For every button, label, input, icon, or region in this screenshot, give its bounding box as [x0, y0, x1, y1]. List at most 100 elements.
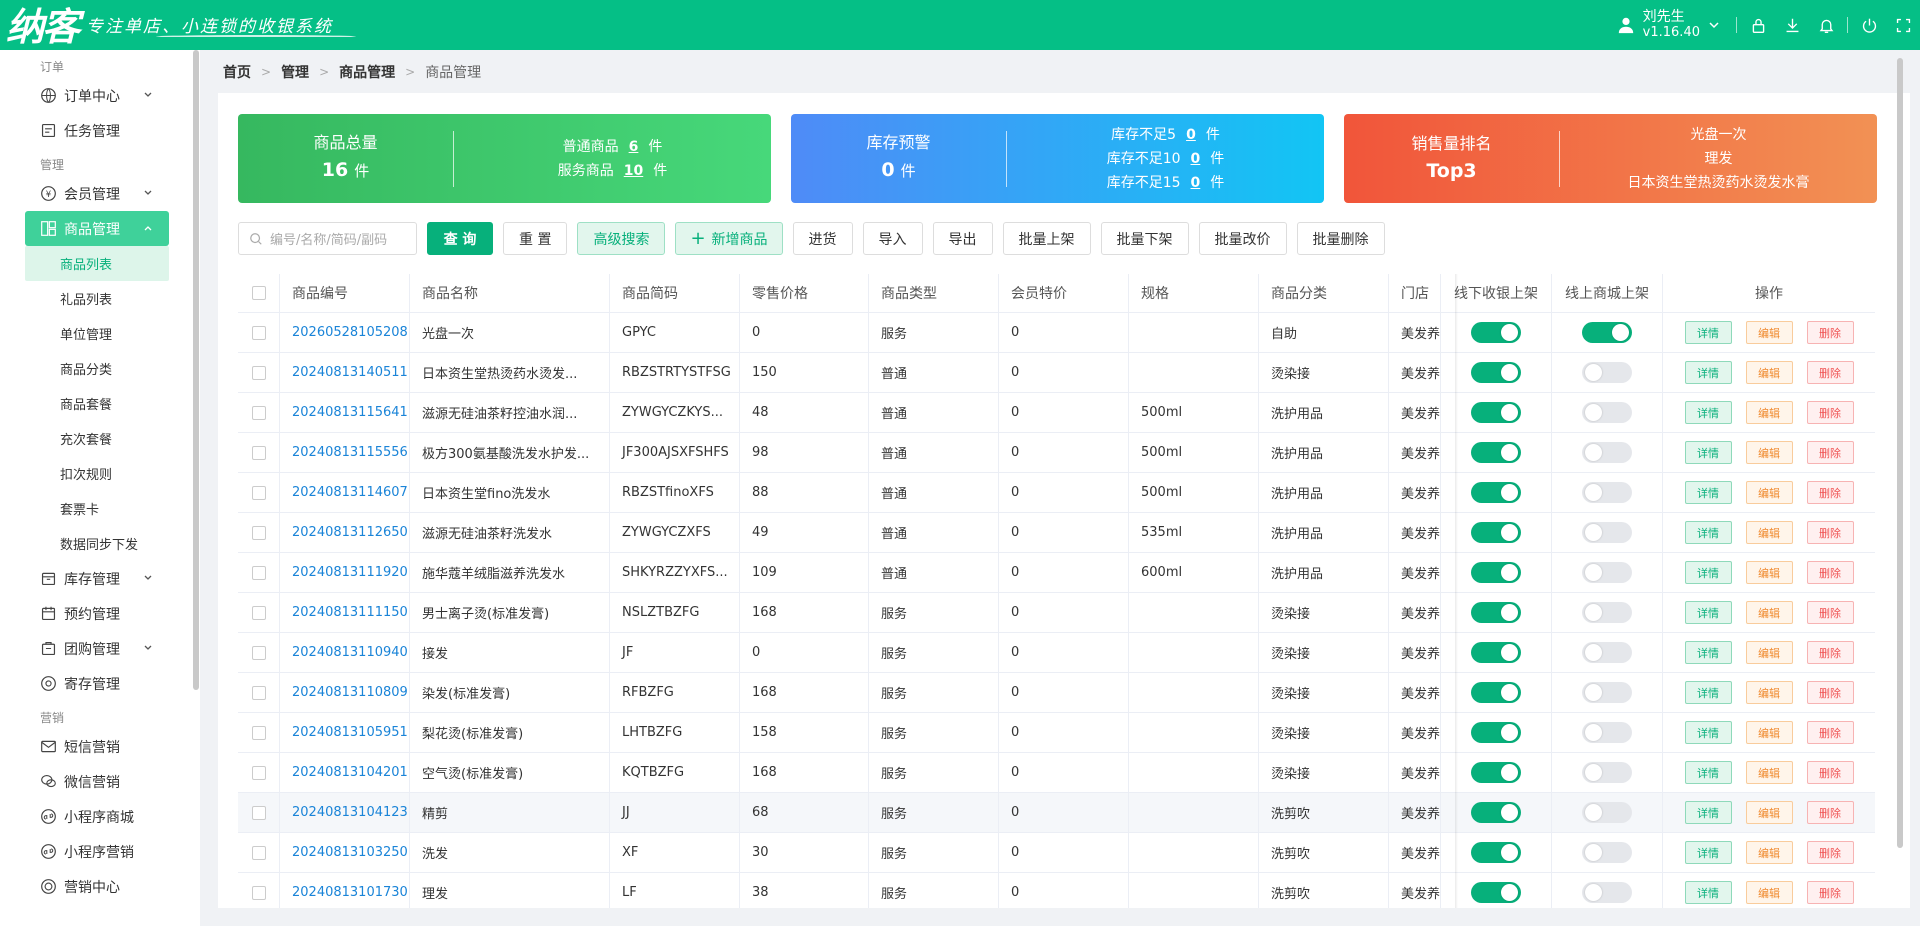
sidebar-item-members[interactable]: ¥ 会员管理 [0, 176, 200, 211]
logo[interactable]: 纳客 专注单店、小连锁的收银系统 [6, 0, 356, 50]
offline-shelf-toggle[interactable] [1471, 722, 1521, 743]
sidebar-item-mini-mall[interactable]: 小程序商城 [0, 799, 200, 834]
table-row[interactable]: 20240813111150 男士离子烫(标准发膏) NSLZTBZFG 168… [238, 593, 1875, 633]
offline-shelf-toggle[interactable] [1471, 362, 1521, 383]
breadcrumb-product-manage[interactable]: 商品管理 [339, 62, 395, 82]
edit-button[interactable]: 编辑 [1745, 601, 1793, 624]
product-code-link[interactable]: 20260528105208 [280, 313, 410, 352]
table-row[interactable]: 20240813111920 施华蔻羊绒脂滋养洗发水 SHKYRZZYXFS..… [238, 553, 1875, 593]
table-row[interactable]: 20240813110809 染发(标准发膏) RFBZFG 168 服务 0 … [238, 673, 1875, 713]
edit-button[interactable]: 编辑 [1745, 521, 1793, 544]
offline-shelf-toggle[interactable] [1471, 322, 1521, 343]
bell-icon[interactable] [1809, 0, 1843, 50]
import-button[interactable]: 导入 [862, 222, 923, 255]
edit-button[interactable]: 编辑 [1745, 801, 1793, 824]
row-checkbox[interactable] [251, 325, 266, 340]
table-row[interactable]: 20240813115641 滋源无硅油茶籽控油水润... ZYWGYCZKYS… [238, 393, 1875, 433]
query-button[interactable]: 查 询 [427, 222, 493, 255]
row-checkbox[interactable] [251, 565, 266, 580]
sidebar-subitem-categories[interactable]: 商品分类 [0, 351, 200, 386]
delete-button[interactable]: 删除 [1806, 801, 1854, 824]
product-code-link[interactable]: 20240813111920 [280, 553, 410, 592]
offline-shelf-toggle[interactable] [1471, 642, 1521, 663]
delete-button[interactable]: 删除 [1806, 441, 1854, 464]
delete-button[interactable]: 删除 [1806, 481, 1854, 504]
lock-icon[interactable] [1741, 0, 1775, 50]
online-shelf-toggle[interactable] [1582, 762, 1632, 783]
batch-on-shelf-button[interactable]: 批量上架 [1002, 222, 1091, 255]
offline-shelf-toggle[interactable] [1471, 562, 1521, 583]
row-checkbox[interactable] [251, 725, 266, 740]
detail-button[interactable]: 详情 [1684, 481, 1732, 504]
row-checkbox[interactable] [251, 365, 266, 380]
batch-delete-button[interactable]: 批量删除 [1296, 222, 1385, 255]
sidebar-subitem-gift-list[interactable]: 礼品列表 [0, 281, 200, 316]
product-code-link[interactable]: 20240813140511 [280, 353, 410, 392]
online-shelf-toggle[interactable] [1582, 402, 1632, 423]
delete-button[interactable]: 删除 [1806, 561, 1854, 584]
online-shelf-toggle[interactable] [1582, 322, 1632, 343]
sidebar-subitem-packages[interactable]: 商品套餐 [0, 386, 200, 421]
delete-button[interactable]: 删除 [1806, 361, 1854, 384]
delete-button[interactable]: 删除 [1806, 841, 1854, 864]
select-all-checkbox[interactable] [251, 286, 266, 300]
offline-shelf-toggle[interactable] [1471, 482, 1521, 503]
fullscreen-icon[interactable] [1886, 0, 1920, 50]
online-shelf-toggle[interactable] [1582, 482, 1632, 503]
product-code-link[interactable]: 20240813111150 [280, 593, 410, 632]
product-code-link[interactable]: 20240813101730 [280, 873, 410, 912]
sidebar-item-sms[interactable]: 短信营销 [0, 729, 200, 764]
detail-button[interactable]: 详情 [1684, 521, 1732, 544]
stock-in-button[interactable]: 进货 [792, 222, 853, 255]
offline-shelf-toggle[interactable] [1471, 442, 1521, 463]
advanced-search-button[interactable]: 高级搜索 [577, 222, 666, 255]
reset-button[interactable]: 重 置 [503, 222, 568, 255]
sidebar-item-marketing-center[interactable]: 营销中心 [0, 869, 200, 904]
detail-button[interactable]: 详情 [1684, 761, 1732, 784]
product-code-link[interactable]: 20240813112650 [280, 513, 410, 552]
table-row[interactable]: 20240813104123 精剪 JJ 68 服务 0 洗剪吹 美发养 详情 … [238, 793, 1875, 833]
detail-button[interactable]: 详情 [1684, 721, 1732, 744]
sidebar-subitem-product-list[interactable]: 商品列表 [25, 246, 169, 281]
detail-button[interactable]: 详情 [1684, 401, 1732, 424]
delete-button[interactable]: 删除 [1806, 641, 1854, 664]
offline-shelf-toggle[interactable] [1471, 882, 1521, 903]
add-product-button[interactable]: + 新增商品 [675, 222, 783, 255]
online-shelf-toggle[interactable] [1582, 722, 1632, 743]
sidebar-subitem-units[interactable]: 单位管理 [0, 316, 200, 351]
table-row[interactable]: 20240813104201 空气烫(标准发膏) KQTBZFG 168 服务 … [238, 753, 1875, 793]
detail-button[interactable]: 详情 [1684, 681, 1732, 704]
breadcrumb-home[interactable]: 首页 [223, 62, 251, 82]
breadcrumb-manage[interactable]: 管理 [281, 62, 309, 82]
row-checkbox[interactable] [251, 885, 266, 900]
page-scrollbar[interactable] [1897, 58, 1903, 848]
stock-5-count[interactable]: 0 [1186, 127, 1196, 143]
sidebar-item-tasks[interactable]: 任务管理 [0, 113, 200, 148]
export-button[interactable]: 导出 [932, 222, 993, 255]
service-count[interactable]: 10 [624, 163, 643, 179]
table-row[interactable]: 20240813140511 日本资生堂热烫药水烫发... RBZSTRTYST… [238, 353, 1875, 393]
online-shelf-toggle[interactable] [1582, 682, 1632, 703]
row-checkbox[interactable] [251, 525, 266, 540]
table-row[interactable]: 20240813112650 滋源无硅油茶籽洗发水 ZYWGYCZXFS 49 … [238, 513, 1875, 553]
row-checkbox[interactable] [251, 645, 266, 660]
edit-button[interactable]: 编辑 [1745, 321, 1793, 344]
normal-count[interactable]: 6 [629, 139, 639, 155]
offline-shelf-toggle[interactable] [1471, 842, 1521, 863]
online-shelf-toggle[interactable] [1582, 842, 1632, 863]
detail-button[interactable]: 详情 [1684, 881, 1732, 904]
edit-button[interactable]: 编辑 [1745, 841, 1793, 864]
sidebar-item-products[interactable]: 商品管理 [25, 211, 169, 246]
product-code-link[interactable]: 20240813110809 [280, 673, 410, 712]
table-row[interactable]: 20240813114607 日本资生堂fino洗发水 RBZSTfinoXFS… [238, 473, 1875, 513]
sidebar-scrollbar[interactable] [193, 50, 199, 690]
row-checkbox[interactable] [251, 765, 266, 780]
table-row[interactable]: 20240813105951 梨花烫(标准发膏) LHTBZFG 158 服务 … [238, 713, 1875, 753]
sidebar-item-deposit[interactable]: 寄存管理 [0, 666, 200, 701]
edit-button[interactable]: 编辑 [1745, 681, 1793, 704]
online-shelf-toggle[interactable] [1582, 602, 1632, 623]
online-shelf-toggle[interactable] [1582, 882, 1632, 903]
edit-button[interactable]: 编辑 [1745, 721, 1793, 744]
sidebar-subitem-recharge-packages[interactable]: 充次套餐 [0, 421, 200, 456]
detail-button[interactable]: 详情 [1684, 361, 1732, 384]
